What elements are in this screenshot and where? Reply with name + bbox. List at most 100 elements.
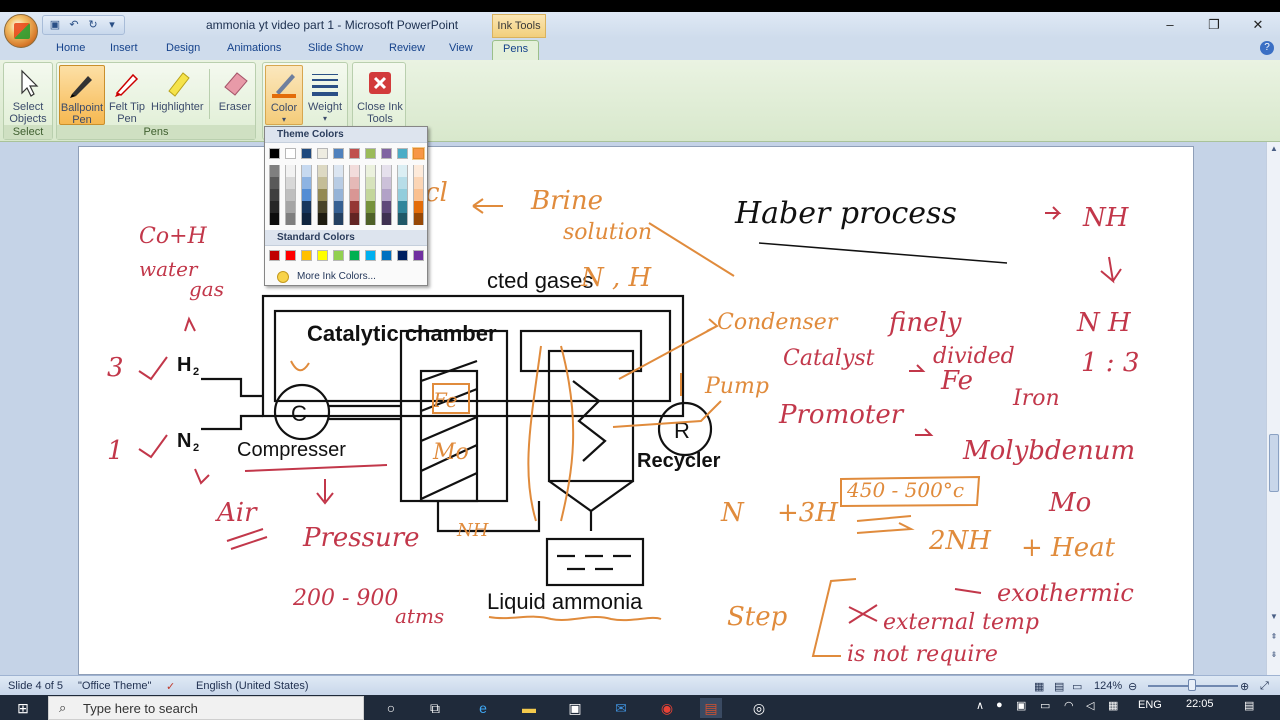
redo-icon[interactable]: ↻: [85, 18, 101, 32]
slide-sorter-icon[interactable]: ▤: [1054, 680, 1064, 693]
theme-shade-swatch[interactable]: [381, 201, 392, 213]
standard-color-swatch[interactable]: [333, 250, 344, 261]
theme-shade-swatch[interactable]: [317, 189, 328, 201]
fit-slide-icon[interactable]: ⤢: [1260, 680, 1269, 693]
theme-shade-swatch[interactable]: [269, 177, 280, 189]
theme-shade-swatch[interactable]: [349, 189, 360, 201]
customize-icon[interactable]: ▾: [104, 18, 120, 32]
tab-insert[interactable]: Insert: [110, 42, 138, 54]
theme-shade-swatch[interactable]: [285, 201, 296, 213]
theme-shade-swatch[interactable]: [365, 213, 376, 225]
volume-icon[interactable]: ◁: [1086, 699, 1094, 712]
tab-view[interactable]: View: [449, 42, 473, 54]
theme-shade-swatch[interactable]: [413, 165, 424, 177]
standard-color-swatch[interactable]: [269, 250, 280, 261]
theme-shade-swatch[interactable]: [413, 189, 424, 201]
color-button[interactable]: Color ▾: [265, 65, 303, 125]
theme-shade-swatch[interactable]: [349, 165, 360, 177]
weight-button[interactable]: Weight ▾: [303, 65, 347, 125]
slideshow-view-icon[interactable]: ▭: [1072, 680, 1082, 693]
powerpoint-icon[interactable]: ▤: [700, 698, 722, 718]
standard-color-swatch[interactable]: [365, 250, 376, 261]
undo-icon[interactable]: ↶: [66, 18, 82, 32]
zoom-in-icon[interactable]: ⊕: [1240, 680, 1249, 693]
theme-color-swatch[interactable]: [381, 148, 392, 159]
spellcheck-icon[interactable]: ✓: [166, 680, 175, 693]
tab-animations[interactable]: Animations: [227, 42, 281, 54]
restore-button[interactable]: ❐: [1192, 12, 1236, 38]
normal-view-icon[interactable]: ▦: [1034, 680, 1044, 693]
tab-slide-show[interactable]: Slide Show: [308, 42, 363, 54]
prev-slide-icon[interactable]: ⇞: [1267, 632, 1280, 641]
more-ink-colors-item[interactable]: More Ink Colors...: [269, 269, 419, 285]
theme-color-swatch[interactable]: [333, 148, 344, 159]
minimize-button[interactable]: –: [1148, 12, 1192, 38]
theme-shade-swatch[interactable]: [397, 177, 408, 189]
theme-shade-swatch[interactable]: [381, 177, 392, 189]
theme-color-swatch[interactable]: [365, 148, 376, 159]
theme-shade-swatch[interactable]: [317, 201, 328, 213]
help-icon[interactable]: ?: [1260, 41, 1274, 55]
tab-pens[interactable]: Pens: [492, 40, 540, 60]
theme-shade-swatch[interactable]: [317, 177, 328, 189]
ballpoint-pen-button[interactable]: Ballpoint Pen: [59, 65, 105, 126]
theme-shade-swatch[interactable]: [333, 189, 344, 201]
select-objects-button[interactable]: Select Objects: [5, 65, 51, 125]
office-button[interactable]: [4, 14, 38, 48]
scroll-thumb[interactable]: [1269, 434, 1279, 492]
standard-color-swatch[interactable]: [317, 250, 328, 261]
standard-color-swatch[interactable]: [381, 250, 392, 261]
zoom-level[interactable]: 124%: [1094, 680, 1122, 692]
theme-shade-swatch[interactable]: [333, 177, 344, 189]
windows-start-icon[interactable]: ⊞: [12, 698, 34, 718]
scroll-up-icon[interactable]: ▲: [1267, 144, 1280, 153]
close-button[interactable]: ✕: [1236, 12, 1280, 38]
theme-shade-swatch[interactable]: [269, 189, 280, 201]
theme-color-swatch[interactable]: [269, 148, 280, 159]
theme-shade-swatch[interactable]: [365, 165, 376, 177]
theme-shade-swatch[interactable]: [317, 165, 328, 177]
theme-shade-swatch[interactable]: [381, 189, 392, 201]
close-ink-tools-button[interactable]: Close Ink Tools: [355, 65, 405, 125]
theme-shade-swatch[interactable]: [301, 201, 312, 213]
theme-shade-swatch[interactable]: [333, 213, 344, 225]
tab-design[interactable]: Design: [166, 42, 200, 54]
theme-shade-swatch[interactable]: [301, 189, 312, 201]
theme-color-swatch[interactable]: [349, 148, 360, 159]
theme-shade-swatch[interactable]: [285, 213, 296, 225]
theme-shade-swatch[interactable]: [349, 177, 360, 189]
keyboard-icon[interactable]: ▦: [1108, 699, 1118, 712]
mail-icon[interactable]: ✉: [610, 698, 632, 718]
theme-shade-swatch[interactable]: [301, 165, 312, 177]
theme-shade-swatch[interactable]: [269, 213, 280, 225]
theme-shade-swatch[interactable]: [349, 201, 360, 213]
standard-color-swatch[interactable]: [301, 250, 312, 261]
theme-color-swatch[interactable]: [412, 147, 425, 160]
theme-shade-swatch[interactable]: [301, 177, 312, 189]
theme-shade-swatch[interactable]: [397, 213, 408, 225]
mic-icon[interactable]: ●: [996, 699, 1003, 711]
chrome-icon[interactable]: ◉: [656, 698, 678, 718]
theme-color-swatch[interactable]: [317, 148, 328, 159]
theme-shade-swatch[interactable]: [365, 177, 376, 189]
theme-color-swatch[interactable]: [397, 148, 408, 159]
theme-shade-swatch[interactable]: [381, 213, 392, 225]
highlighter-button[interactable]: Highlighter: [151, 65, 204, 125]
theme-shade-swatch[interactable]: [413, 177, 424, 189]
vertical-scrollbar[interactable]: ▲ ▼ ⇞ ⇟: [1266, 142, 1280, 675]
task-view-icon[interactable]: ⧉: [424, 698, 446, 718]
slide-canvas[interactable]: Catalytic chamber cted gases Compresser …: [78, 146, 1194, 675]
language-indicator[interactable]: ENG: [1138, 699, 1162, 711]
recorder-icon[interactable]: ◎: [748, 698, 770, 718]
tray-chevron-icon[interactable]: ∧: [976, 699, 984, 712]
theme-shade-swatch[interactable]: [285, 165, 296, 177]
theme-shade-swatch[interactable]: [333, 165, 344, 177]
scroll-down-icon[interactable]: ▼: [1267, 612, 1280, 621]
wifi-icon[interactable]: ◠: [1064, 699, 1074, 712]
theme-shade-swatch[interactable]: [381, 165, 392, 177]
theme-shade-swatch[interactable]: [285, 189, 296, 201]
theme-shade-swatch[interactable]: [413, 201, 424, 213]
felt-tip-pen-button[interactable]: Felt Tip Pen: [104, 65, 150, 125]
cortana-icon[interactable]: ○: [380, 698, 402, 718]
zoom-slider-handle[interactable]: [1188, 679, 1196, 691]
